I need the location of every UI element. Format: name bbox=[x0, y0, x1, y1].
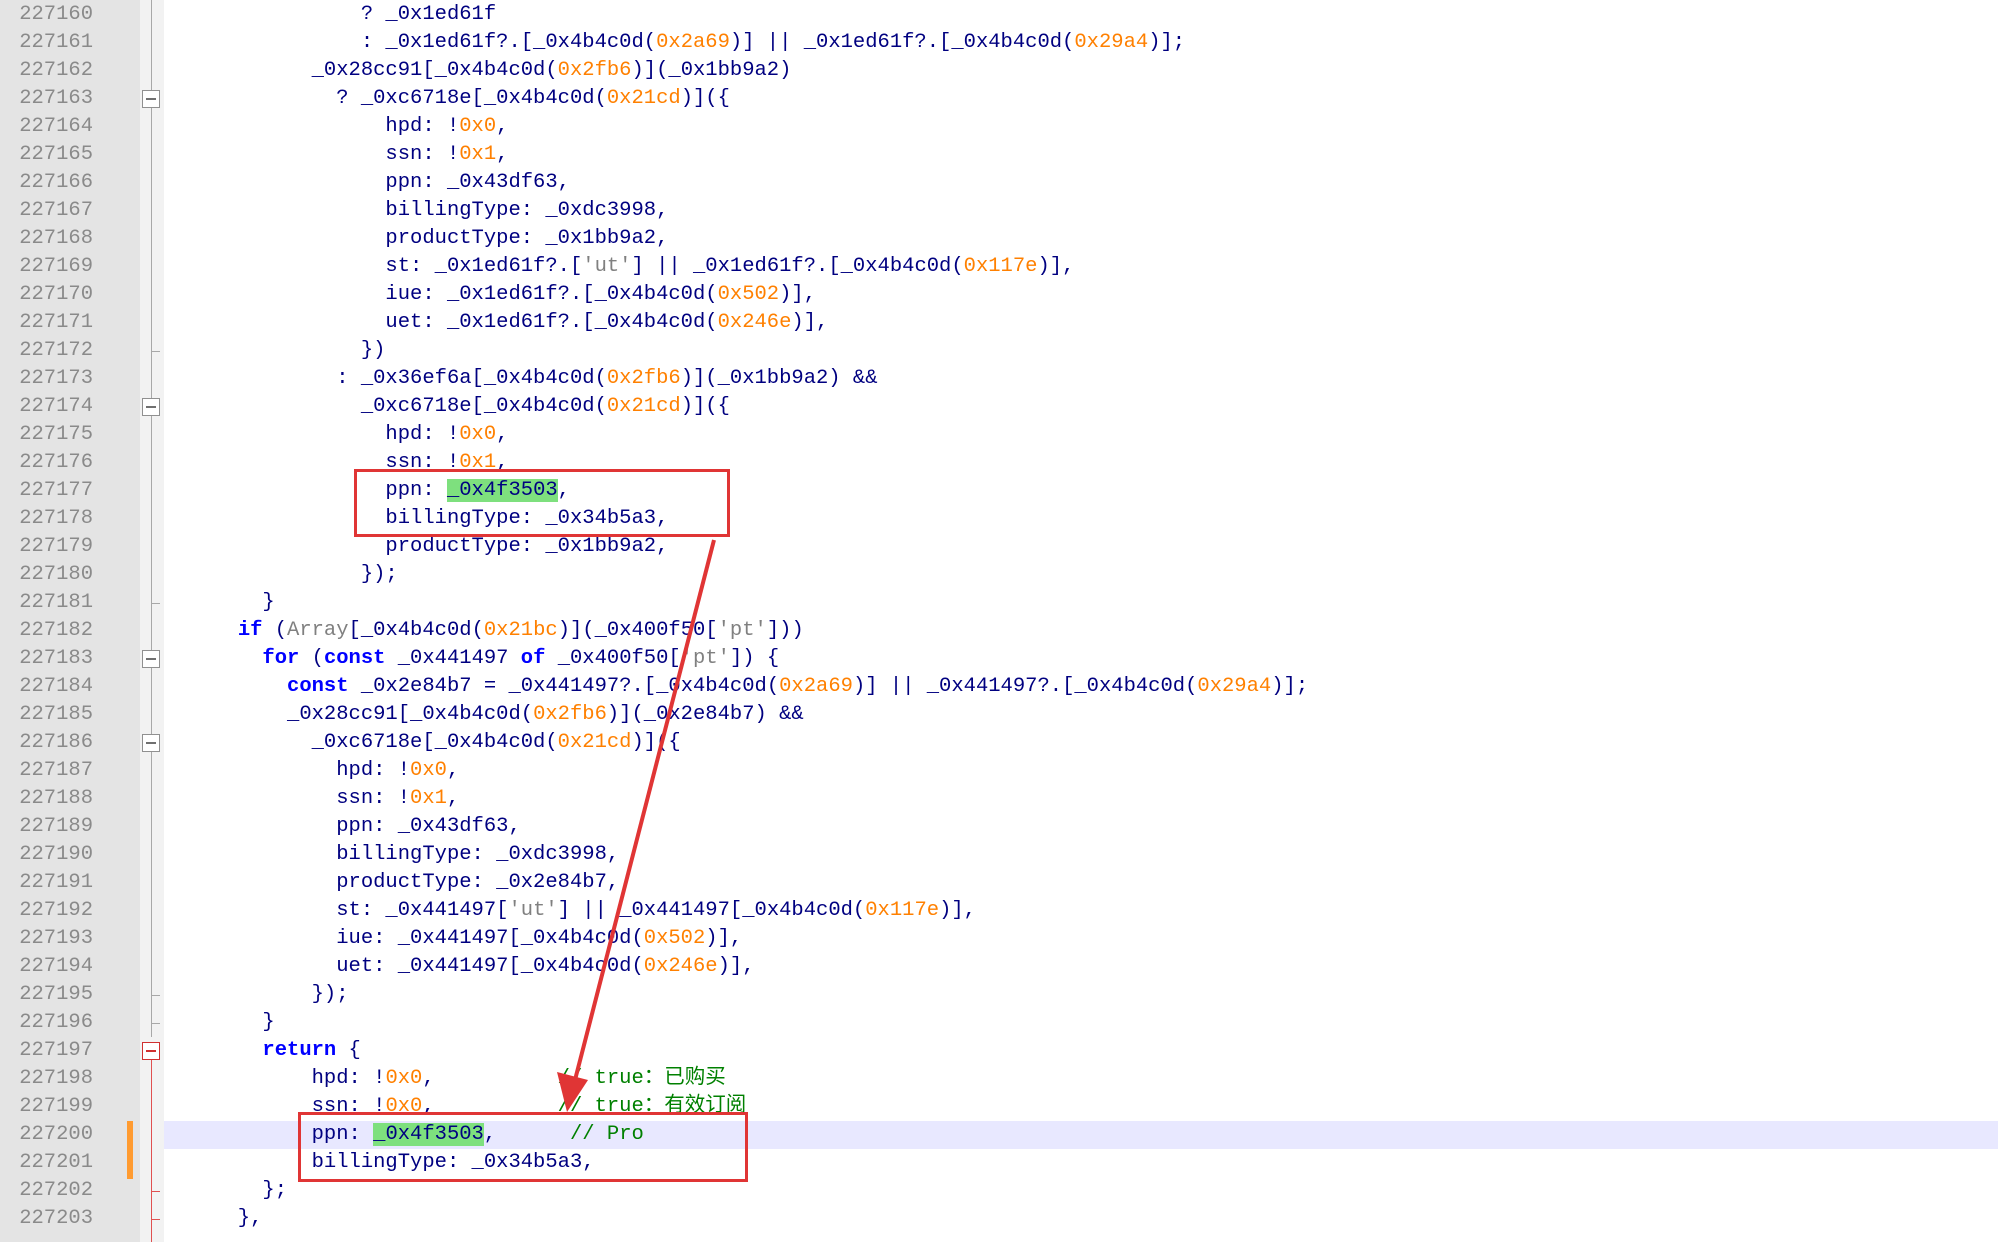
arrow-line bbox=[573, 539, 716, 1081]
arrowhead-icon bbox=[557, 1072, 588, 1112]
code-editor[interactable]: 227160 227161 227162 227163 227164 227165 2271… bbox=[0, 0, 1998, 1242]
annotation-arrow bbox=[557, 539, 716, 1112]
